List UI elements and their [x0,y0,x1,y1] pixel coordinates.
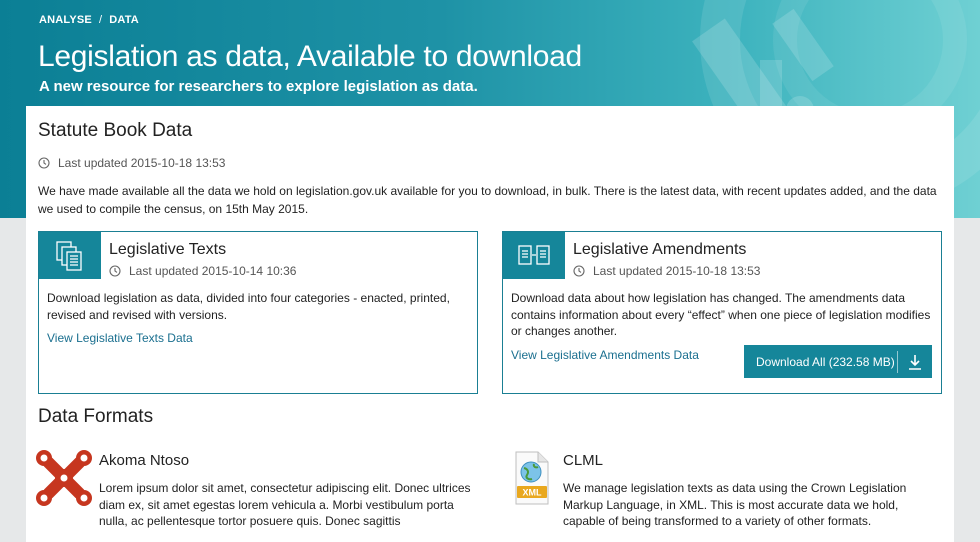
card-title: Legislative Amendments [573,241,747,258]
format-description: We manage legislation texts as data usin… [563,481,907,528]
xml-file-icon: XML [515,451,549,505]
breadcrumb-separator: / [98,14,103,26]
card-updated-text: Last updated 2015-10-14 10:36 [129,264,297,278]
view-legislative-texts-link[interactable]: View Legislative Texts Data [47,331,193,345]
section-title-formats: Data Formats [38,406,154,427]
documents-stack-icon [39,232,101,279]
document-compare-icon [503,232,565,279]
card-legislative-amendments: Legislative Amendments Last updated 2015… [502,231,942,394]
card-description: Download data about how legislation has … [511,291,931,338]
card-title: Legislative Texts [109,241,227,258]
card-legislative-texts: Legislative Texts Last updated 2015-10-1… [38,231,478,394]
download-icon [898,354,932,370]
card-updated: Last updated 2015-10-14 10:36 [109,264,296,278]
clock-icon [109,265,121,277]
svg-text:XML: XML [523,488,543,498]
view-legislative-amendments-link[interactable]: View Legislative Amendments Data [511,348,699,362]
breadcrumb-analyse[interactable]: ANALYSE [39,14,92,26]
card-updated-text: Last updated 2015-10-18 13:53 [593,264,761,278]
page-subtitle: A new resource for researchers to explor… [39,78,478,95]
page-title: Legislation as data, Available to downlo… [38,40,582,73]
akoma-ntoso-logo [36,450,92,506]
format-description: Lorem ipsum dolor sit amet, consectetur … [99,481,471,528]
last-updated-text: Last updated 2015-10-18 13:53 [58,156,226,170]
download-all-button[interactable]: Download All (232.58 MB) [744,345,932,378]
statute-book-panel: Statute Book Data Last updated 2015-10-1… [26,106,954,542]
clock-icon [38,157,50,169]
statute-description: We have made available all the data we h… [38,184,937,216]
format-title: Akoma Ntoso [99,452,190,469]
clock-icon [573,265,585,277]
section-title-statute: Statute Book Data [38,120,193,141]
card-updated: Last updated 2015-10-18 13:53 [573,264,760,278]
card-description: Download legislation as data, divided in… [47,291,450,322]
last-updated: Last updated 2015-10-18 13:53 [38,156,225,170]
download-all-label: Download All (232.58 MB) [756,354,895,369]
breadcrumb: ANALYSE / DATA [39,14,139,26]
format-title: CLML [563,452,604,469]
breadcrumb-data[interactable]: DATA [109,14,139,26]
